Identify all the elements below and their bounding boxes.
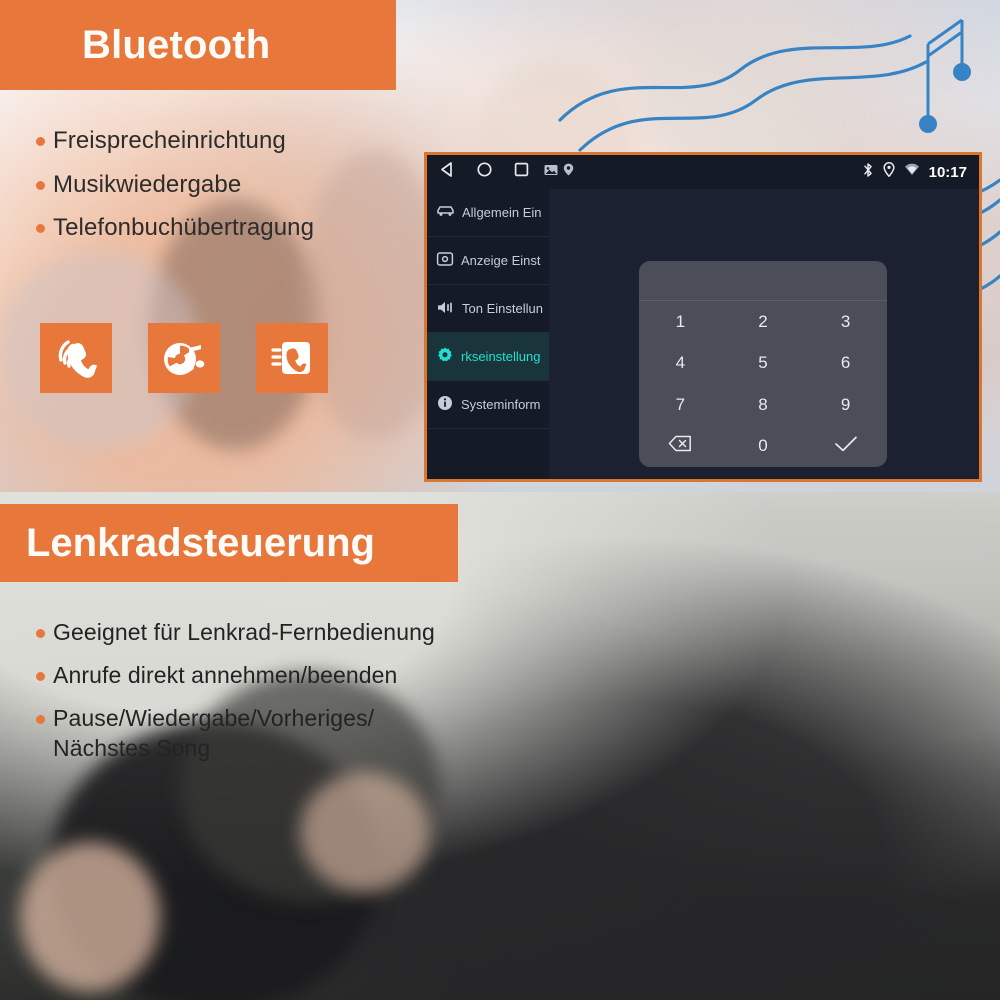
- bullet-dot-icon: [36, 137, 45, 146]
- sidebar-item-label: Ton Einstellun: [462, 301, 543, 316]
- sidebar-item-ton[interactable]: Ton Einstellun: [427, 285, 549, 333]
- list-item: Telefonbuchübertragung: [36, 213, 436, 244]
- bluetooth-banner-title: Bluetooth: [82, 22, 271, 67]
- bluetooth-feature-list: Freisprecheinrichtung Musikwiedergabe Te…: [36, 126, 436, 257]
- sidebar-item-label: Systeminform: [461, 397, 541, 412]
- keypad-input-display[interactable]: [639, 261, 887, 301]
- bullet-dot-icon: [36, 180, 45, 190]
- list-item: Musikwiedergabe: [36, 170, 436, 201]
- phonebook-tile[interactable]: [256, 323, 328, 393]
- check-icon: [834, 435, 858, 458]
- bullet-dot-icon: [36, 224, 45, 234]
- keypad-key-6[interactable]: 6: [804, 343, 887, 385]
- bullet-dot-icon: [36, 629, 45, 638]
- sidebar-item-allgemein[interactable]: Allgemein Ein: [427, 189, 549, 237]
- pin-keypad-dialog: 1 2 3 4 5 6 7 8 9 0: [639, 261, 887, 467]
- hands-free-call-tile[interactable]: [40, 323, 112, 393]
- image-icon[interactable]: [544, 163, 558, 181]
- hands-free-call-icon: [53, 336, 99, 380]
- keypad-key-2[interactable]: 2: [722, 301, 805, 343]
- location-pin-icon[interactable]: [563, 163, 574, 181]
- status-bar: 10:17: [427, 155, 979, 189]
- keypad-key-4[interactable]: 4: [639, 343, 722, 385]
- list-item: Geeignet für Lenkrad-Fernbedienung: [36, 618, 436, 648]
- list-item: Pause/Wiedergabe/Vorheriges/ Nächstes So…: [36, 704, 436, 764]
- steering-bullet-3: Pause/Wiedergabe/Vorheriges/ Nächstes So…: [53, 704, 375, 761]
- bluetooth-banner: Bluetooth: [0, 0, 396, 90]
- wifi-icon: [904, 163, 920, 181]
- keypad-backspace-button[interactable]: [639, 426, 722, 468]
- home-icon[interactable]: [476, 161, 493, 183]
- keypad-confirm-button[interactable]: [804, 426, 887, 468]
- sidebar-item-systeminfo[interactable]: Systeminform: [427, 381, 549, 429]
- sidebar-item-label: Anzeige Einst: [461, 253, 541, 268]
- steering-wheel-control-section: Lenkradsteuerung Geeignet für Lenkrad-Fe…: [0, 492, 1000, 1000]
- keypad-grid: 1 2 3 4 5 6 7 8 9 0: [639, 301, 887, 467]
- bullet-dot-icon: [36, 671, 45, 681]
- clock-time: 10:17: [928, 163, 967, 181]
- music-disc-icon: [161, 336, 207, 380]
- keypad-key-3[interactable]: 3: [804, 301, 887, 343]
- keypad-key-5[interactable]: 5: [722, 343, 805, 385]
- bluetooth-feature-tiles: [40, 323, 328, 393]
- hand-blob: [20, 842, 160, 992]
- keypad-key-9[interactable]: 9: [804, 384, 887, 426]
- sidebar-item-label: rkseinstellung: [461, 349, 541, 364]
- settings-body: Allgemein Ein Anzeige Einst Ton Einstell…: [427, 189, 979, 479]
- backspace-icon: [668, 435, 692, 457]
- sound-icon: [436, 300, 455, 318]
- car-icon: [436, 204, 455, 221]
- location-icon: [883, 162, 895, 182]
- keypad-key-0[interactable]: 0: [722, 426, 805, 468]
- poster-page: Bluetooth Freisprecheinrichtung Musikwie…: [0, 0, 1000, 1000]
- sidebar-item-anzeige[interactable]: Anzeige Einst: [427, 237, 549, 285]
- phonebook-icon: [269, 336, 315, 380]
- bluetooth-bullet-2: Musikwiedergabe: [53, 170, 242, 198]
- list-item: Anrufe direkt annehmen/beenden: [36, 661, 436, 691]
- list-item: Freisprecheinrichtung: [36, 126, 436, 157]
- hand-blob: [300, 772, 430, 892]
- steering-feature-list: Geeignet für Lenkrad-Fernbedienung Anruf…: [36, 618, 436, 777]
- gear-icon: [436, 346, 454, 367]
- info-icon: [436, 394, 454, 415]
- steering-banner: Lenkradsteuerung: [0, 504, 458, 582]
- keypad-key-8[interactable]: 8: [722, 384, 805, 426]
- sidebar-item-werkseinstellungen[interactable]: rkseinstellung: [427, 333, 549, 381]
- music-disc-tile[interactable]: [148, 323, 220, 393]
- steering-bullet-1: Geeignet für Lenkrad-Fernbedienung: [53, 619, 435, 645]
- bluetooth-bullet-1: Freisprecheinrichtung: [53, 127, 286, 154]
- bullet-dot-icon: [36, 714, 45, 724]
- display-icon: [436, 251, 454, 270]
- recent-apps-icon[interactable]: [513, 161, 530, 183]
- head-unit-screen-bluetooth: 10:17 Allgemein Ein Anzeige Einst Ton Ei…: [424, 152, 982, 482]
- bluetooth-bullet-3: Telefonbuchübertragung: [53, 214, 315, 242]
- settings-sidebar: Allgemein Ein Anzeige Einst Ton Einstell…: [427, 189, 549, 479]
- steering-bullet-2: Anrufe direkt annehmen/beenden: [53, 661, 398, 688]
- sidebar-item-label: Allgemein Ein: [462, 205, 542, 220]
- steering-banner-title: Lenkradsteuerung: [26, 520, 375, 565]
- keypad-key-7[interactable]: 7: [639, 384, 722, 426]
- bluetooth-section: Bluetooth Freisprecheinrichtung Musikwie…: [0, 0, 1000, 492]
- keypad-key-1[interactable]: 1: [639, 301, 722, 343]
- bluetooth-icon: [862, 162, 874, 183]
- back-icon[interactable]: [439, 161, 456, 183]
